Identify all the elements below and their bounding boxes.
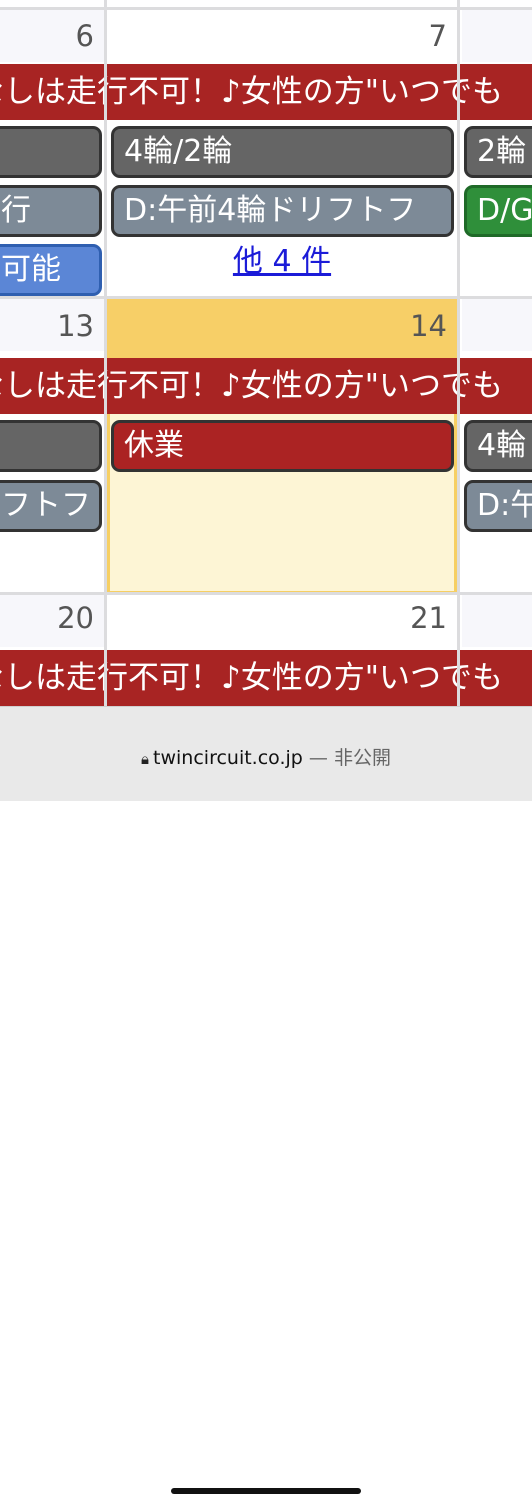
event-left[interactable]: 行 xyxy=(0,185,102,237)
event-right[interactable]: D:午 xyxy=(464,480,532,532)
more-events-link[interactable]: 他 4 件 xyxy=(107,240,457,284)
event-left[interactable]: フトフ xyxy=(0,480,102,532)
event-right[interactable]: D/G xyxy=(464,185,532,237)
notice-banner-text: 約なしは走行不可！♪女性の方"いつでも xyxy=(0,660,504,696)
home-indicator[interactable] xyxy=(171,1488,361,1494)
event-mid[interactable]: D:午前4輪ドリフトフ xyxy=(111,185,454,237)
column-divider xyxy=(457,0,460,706)
day-number[interactable]: 7 xyxy=(107,10,457,62)
notice-banner[interactable]: 約なしは走行不可！♪女性の方"いつでも xyxy=(0,358,532,414)
browser-address-bar[interactable]: 🔒︎ twincircuit.co.jp — 非公開 xyxy=(0,706,532,1494)
notice-banner[interactable]: 約なしは走行不可！♪女性の方"いつでも xyxy=(0,64,532,120)
event-mid[interactable]: 4輪/2輪 xyxy=(111,126,454,178)
address-display[interactable]: 🔒︎ twincircuit.co.jp — 非公開 xyxy=(0,743,532,770)
notice-banner[interactable]: 約なしは走行不可！♪女性の方"いつでも xyxy=(0,650,532,706)
notice-banner-text: 約なしは走行不可！♪女性の方"いつでも xyxy=(0,74,504,110)
event-left[interactable]: 可能 xyxy=(0,244,102,296)
day-header-bg xyxy=(462,10,532,62)
column-divider xyxy=(104,0,107,706)
event-right[interactable]: 4輪 xyxy=(464,420,532,472)
day-number[interactable]: 21 xyxy=(107,592,457,644)
day-number[interactable]: 6 xyxy=(0,10,104,62)
day-number-today[interactable]: 14 xyxy=(107,300,457,352)
event-left[interactable] xyxy=(0,126,102,178)
calendar-month-grid: 6 7 約なしは走行不可！♪女性の方"いつでも 行 可能 4輪/2輪 D:午前4… xyxy=(0,0,532,706)
notice-banner-text: 約なしは走行不可！♪女性の方"いつでも xyxy=(0,368,504,404)
lock-icon: 🔒︎ xyxy=(141,750,150,768)
day-header-bg xyxy=(462,595,532,647)
url-text: twincircuit.co.jp xyxy=(153,747,303,769)
day-number[interactable]: 20 xyxy=(0,592,104,644)
event-left[interactable] xyxy=(0,420,102,472)
privacy-status: 非公開 xyxy=(333,747,391,769)
url-separator: — xyxy=(302,747,334,769)
event-closed[interactable]: 休業 xyxy=(111,420,454,472)
day-header-bg xyxy=(462,299,532,351)
event-right[interactable]: 2輪 xyxy=(464,126,532,178)
day-number[interactable]: 13 xyxy=(0,300,104,352)
